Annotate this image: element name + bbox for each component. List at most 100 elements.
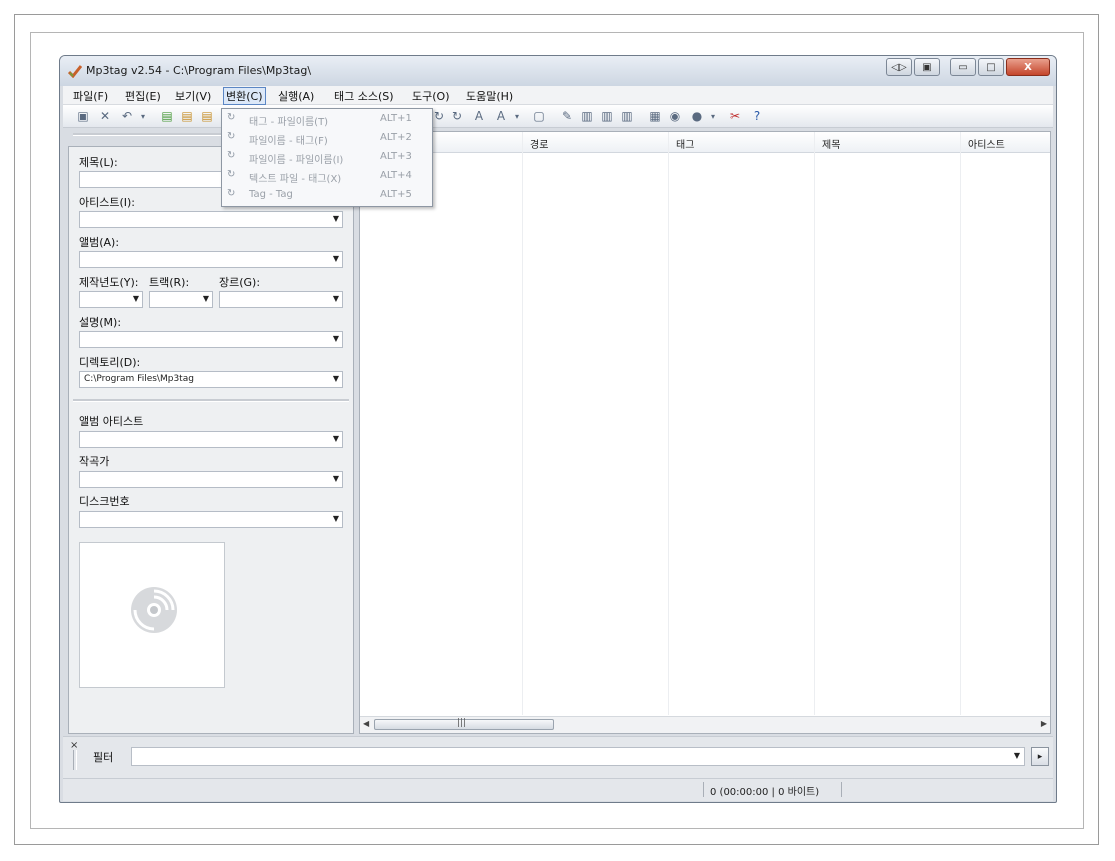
filter-bar: × 필터 ▼ ▸ — [63, 736, 1053, 779]
amazon-icon[interactable]: ◉ — [667, 108, 683, 124]
scroll-right-icon[interactable]: ▶ — [1041, 719, 1047, 728]
chevron-down-icon[interactable]: ▼ — [333, 294, 339, 303]
save-icon[interactable]: ▣ — [75, 108, 91, 124]
text-file-icon[interactable]: ▥ — [619, 108, 635, 124]
directory-field[interactable]: C:\Program Files\Mp3tag ▼ — [79, 371, 343, 388]
genre-field[interactable]: ▼ — [219, 291, 343, 308]
track-field[interactable]: ▼ — [149, 291, 213, 308]
playlist-icon[interactable]: ▥ — [599, 108, 615, 124]
status-bar: 0 (00:00:00 | 0 바이트) — [63, 778, 1053, 801]
minimize-button[interactable]: ▭ — [950, 58, 976, 76]
chevron-down-icon[interactable]: ▼ — [333, 254, 339, 263]
menu-item-tag-filename[interactable]: ↻ 태그 - 파일이름(T) ALT+1 — [222, 110, 432, 129]
composer-field[interactable]: ▼ — [79, 471, 343, 488]
autonumber-icon[interactable]: ✎ — [559, 108, 575, 124]
case-conversion-icon[interactable]: A — [471, 108, 487, 124]
chevron-down-icon[interactable]: ▼ — [333, 334, 339, 343]
undo-icon[interactable]: ↶ — [119, 108, 135, 124]
favorites-icon[interactable]: ▤ — [199, 108, 215, 124]
tag-panel: 제목(L): 아티스트(I): ▼ 앨범(A): ▼ 제작년도(Y): 트랙(R… — [68, 133, 354, 734]
filter-input[interactable]: ▼ — [131, 747, 1025, 766]
column-title[interactable]: 제목 — [822, 136, 840, 151]
composer-label: 작곡가 — [79, 455, 110, 468]
menu-file[interactable]: 파일(F) — [71, 88, 110, 104]
discogs-icon[interactable]: ● — [689, 108, 705, 124]
freedb-icon[interactable]: ▦ — [647, 108, 663, 124]
directory-label: 디렉토리(D): — [79, 356, 141, 369]
help-icon[interactable]: ? — [749, 108, 765, 124]
filter-go-button[interactable]: ▸ — [1031, 747, 1049, 766]
status-divider — [703, 782, 704, 797]
column-tag[interactable]: 태그 — [676, 136, 694, 151]
title-label: 제목(L): — [79, 156, 118, 169]
cover-art-box[interactable] — [79, 542, 225, 688]
extra-button-2[interactable]: ▣ — [914, 58, 940, 76]
convert-icon: ↻ — [227, 188, 236, 199]
extra-button-1[interactable]: ◁▷ — [886, 58, 912, 76]
mp3tag-window: Mp3tag v2.54 - C:\Program Files\Mp3tag\ … — [59, 55, 1057, 803]
menu-help[interactable]: 도움말(H) — [464, 88, 515, 104]
convert-icon-1[interactable]: ↻ — [431, 108, 447, 124]
column-path[interactable]: 경로 — [530, 136, 548, 151]
menu-item-textfile-tag[interactable]: ↻ 텍스트 파일 - 태그(X) ALT+4 — [222, 167, 432, 186]
comment-field[interactable]: ▼ — [79, 331, 343, 348]
menu-convert[interactable]: 변환(C) — [223, 87, 266, 105]
column-divider — [960, 132, 961, 715]
mp3tag-logo-icon — [68, 65, 82, 78]
file-list[interactable]: 경로 태그 제목 아티스트 ◀ ||| ▶ — [359, 131, 1051, 734]
column-artist[interactable]: 아티스트 — [968, 136, 1005, 151]
panel-separator — [73, 399, 349, 402]
chevron-down-icon[interactable]: ▼ — [333, 474, 339, 483]
menu-view[interactable]: 보기(V) — [173, 88, 213, 104]
remove-tag-icon[interactable]: ✕ — [97, 108, 113, 124]
genre-label: 장르(G): — [219, 276, 261, 289]
file-list-header: 경로 태그 제목 아티스트 — [360, 132, 1050, 153]
album-artist-field[interactable]: ▼ — [79, 431, 343, 448]
add-directory-icon[interactable]: ▤ — [179, 108, 195, 124]
menu-item-tag-tag[interactable]: ↻ Tag - Tag ALT+5 — [222, 186, 432, 205]
chevron-down-icon[interactable]: ▼ — [333, 514, 339, 523]
menu-item-filename-tag[interactable]: ↻ 파일이름 - 태그(F) ALT+2 — [222, 129, 432, 148]
replace-icon[interactable]: A — [493, 108, 509, 124]
actions-dropdown-icon[interactable]: ▾ — [509, 108, 525, 124]
column-divider — [814, 132, 815, 715]
convert-icon: ↻ — [227, 169, 236, 180]
year-label: 제작년도(Y): — [79, 276, 139, 289]
convert-icon-2[interactable]: ↻ — [449, 108, 465, 124]
horizontal-scrollbar[interactable]: ◀ ||| ▶ — [360, 716, 1050, 733]
options-icon[interactable]: ✂ — [727, 108, 743, 124]
chevron-down-icon[interactable]: ▼ — [333, 434, 339, 443]
maximize-button[interactable]: □ — [978, 58, 1004, 76]
chevron-down-icon[interactable]: ▼ — [333, 214, 339, 223]
scrollbar-thumb[interactable]: ||| — [374, 718, 554, 730]
export-icon[interactable]: ▥ — [579, 108, 595, 124]
filter-label: 필터 — [93, 751, 114, 764]
artist-field[interactable]: ▼ — [79, 211, 343, 228]
chevron-down-icon[interactable]: ▼ — [333, 374, 339, 383]
title-bar[interactable]: Mp3tag v2.54 - C:\Program Files\Mp3tag\ … — [60, 56, 1056, 86]
chevron-down-icon[interactable]: ▼ — [1014, 751, 1020, 760]
menu-tag-sources[interactable]: 태그 소스(S) — [332, 88, 396, 104]
grip-handle[interactable] — [73, 750, 77, 770]
close-button[interactable]: X — [1006, 58, 1050, 76]
scroll-left-icon[interactable]: ◀ — [363, 719, 369, 728]
directory-value: C:\Program Files\Mp3tag — [84, 374, 194, 384]
album-field[interactable]: ▼ — [79, 251, 343, 268]
chevron-down-icon[interactable]: ▼ — [203, 294, 209, 303]
column-divider — [522, 132, 523, 715]
discnumber-field[interactable]: ▼ — [79, 511, 343, 528]
comment-label: 설명(M): — [79, 316, 122, 329]
column-divider — [668, 132, 669, 715]
tag-source-dropdown-icon[interactable]: ▾ — [705, 108, 721, 124]
year-field[interactable]: ▼ — [79, 291, 143, 308]
change-directory-icon[interactable]: ▤ — [159, 108, 175, 124]
menu-edit[interactable]: 편집(E) — [123, 88, 163, 104]
undo-dropdown-icon[interactable]: ▾ — [135, 108, 151, 124]
menu-tools[interactable]: 도구(O) — [410, 88, 451, 104]
menu-item-filename-filename[interactable]: ↻ 파일이름 - 파일이름(I) ALT+3 — [222, 148, 432, 167]
edit-icon[interactable]: ▢ — [531, 108, 547, 124]
play-icon: ▸ — [1037, 751, 1043, 762]
chevron-down-icon[interactable]: ▼ — [133, 294, 139, 303]
window-title: Mp3tag v2.54 - C:\Program Files\Mp3tag\ — [86, 64, 312, 77]
menu-actions[interactable]: 실행(A) — [276, 88, 316, 104]
